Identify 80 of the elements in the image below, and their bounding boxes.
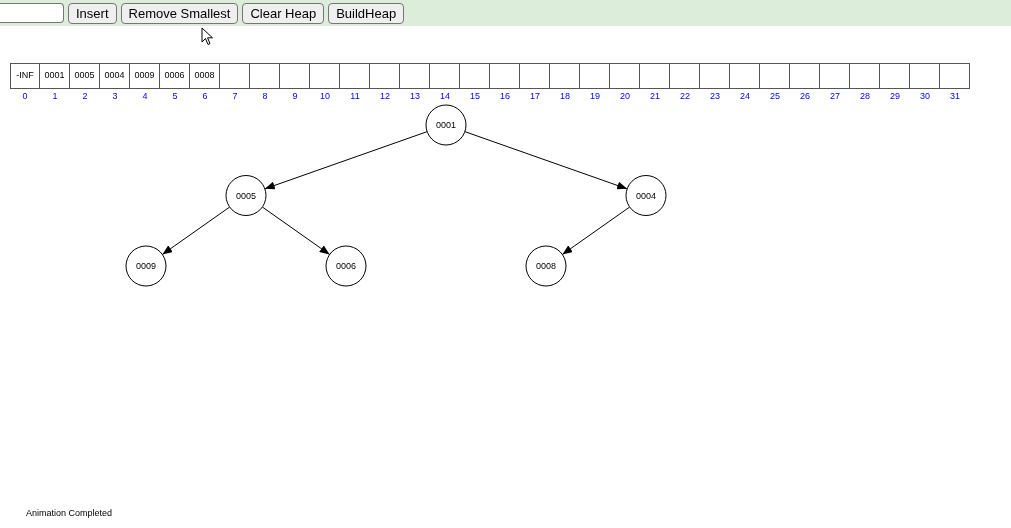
array-index: 16 bbox=[500, 90, 510, 103]
array-index: 0 bbox=[22, 90, 28, 103]
array-index: 3 bbox=[112, 90, 118, 103]
array-index: 22 bbox=[680, 90, 690, 103]
array-cell: 0001 bbox=[40, 63, 70, 89]
toolbar-button[interactable]: BuildHeap bbox=[328, 2, 405, 24]
array-cell bbox=[790, 63, 820, 89]
array-index: 31 bbox=[950, 90, 960, 103]
mouse-cursor-icon bbox=[201, 27, 215, 46]
array-index: 27 bbox=[830, 90, 840, 103]
array-index: 10 bbox=[320, 90, 330, 103]
array-index: 30 bbox=[920, 90, 930, 103]
tree-node: 0001 bbox=[425, 104, 467, 146]
toolbar-button[interactable]: Clear Heap bbox=[242, 2, 325, 24]
tree-edge-arrow bbox=[161, 206, 231, 255]
array-index: 19 bbox=[590, 90, 600, 103]
array-cell: 0008 bbox=[190, 63, 220, 89]
array-cell: 0004 bbox=[100, 63, 130, 89]
array-cell: 0009 bbox=[130, 63, 160, 89]
array-index: 25 bbox=[770, 90, 780, 103]
array-index: 20 bbox=[620, 90, 630, 103]
array-cell bbox=[430, 63, 460, 89]
tree-edge-arrow bbox=[261, 206, 331, 255]
array-cell bbox=[520, 63, 550, 89]
array-cell bbox=[670, 63, 700, 89]
array-index: 11 bbox=[350, 90, 360, 103]
tree-node: 0009 bbox=[125, 245, 167, 287]
array-index: 13 bbox=[410, 90, 420, 103]
array-index: 14 bbox=[440, 90, 450, 103]
tree-node: 0005 bbox=[225, 175, 267, 216]
toolbar-button[interactable]: Insert bbox=[68, 2, 117, 24]
array-cell bbox=[880, 63, 910, 89]
array-cell: 0006 bbox=[160, 63, 190, 89]
array-index: 9 bbox=[292, 90, 298, 103]
array-index: 7 bbox=[232, 90, 238, 103]
array-cell bbox=[760, 63, 790, 89]
array-index: 23 bbox=[710, 90, 720, 103]
array-cell bbox=[250, 63, 280, 89]
input-field[interactable] bbox=[0, 3, 64, 23]
array-cell bbox=[940, 63, 970, 89]
tree-node: 0008 bbox=[525, 245, 567, 287]
array-index: 6 bbox=[202, 90, 208, 103]
array-index: 17 bbox=[530, 90, 540, 103]
array-cell bbox=[460, 63, 490, 89]
array-index: 21 bbox=[650, 90, 660, 103]
array-cell bbox=[370, 63, 400, 89]
array-cell bbox=[910, 63, 940, 89]
array-cell bbox=[610, 63, 640, 89]
array-index: 2 bbox=[82, 90, 88, 103]
array-index: 15 bbox=[470, 90, 480, 103]
array-index: 18 bbox=[560, 90, 570, 103]
array-index: 28 bbox=[860, 90, 870, 103]
array-cell bbox=[310, 63, 340, 89]
array-index: 1 bbox=[52, 90, 58, 103]
array-index: 12 bbox=[380, 90, 390, 103]
array-cell bbox=[640, 63, 670, 89]
tree-node: 0004 bbox=[625, 175, 667, 216]
array-index: 4 bbox=[142, 90, 148, 103]
array-cell bbox=[220, 63, 250, 89]
array-cell bbox=[400, 63, 430, 89]
array-cell bbox=[850, 63, 880, 89]
array-index: 8 bbox=[262, 90, 268, 103]
array-cell bbox=[580, 63, 610, 89]
array-index: 26 bbox=[800, 90, 810, 103]
tree-node: 0006 bbox=[325, 245, 367, 287]
array-index: 24 bbox=[740, 90, 750, 103]
array-cell bbox=[340, 63, 370, 89]
array-cell bbox=[550, 63, 580, 89]
array-cell bbox=[280, 63, 310, 89]
array-cell: 0005 bbox=[70, 63, 100, 89]
tree-edge-arrow bbox=[561, 206, 631, 255]
toolbar-button[interactable]: Remove Smallest bbox=[120, 2, 239, 24]
status-text: Animation Completed bbox=[26, 508, 113, 518]
array-index: 5 bbox=[172, 90, 178, 103]
array-cell: -INF bbox=[10, 63, 40, 89]
array-cell bbox=[490, 63, 520, 89]
array-cell bbox=[700, 63, 730, 89]
array-cell bbox=[730, 63, 760, 89]
array-index: 29 bbox=[890, 90, 900, 103]
array-cell bbox=[820, 63, 850, 89]
